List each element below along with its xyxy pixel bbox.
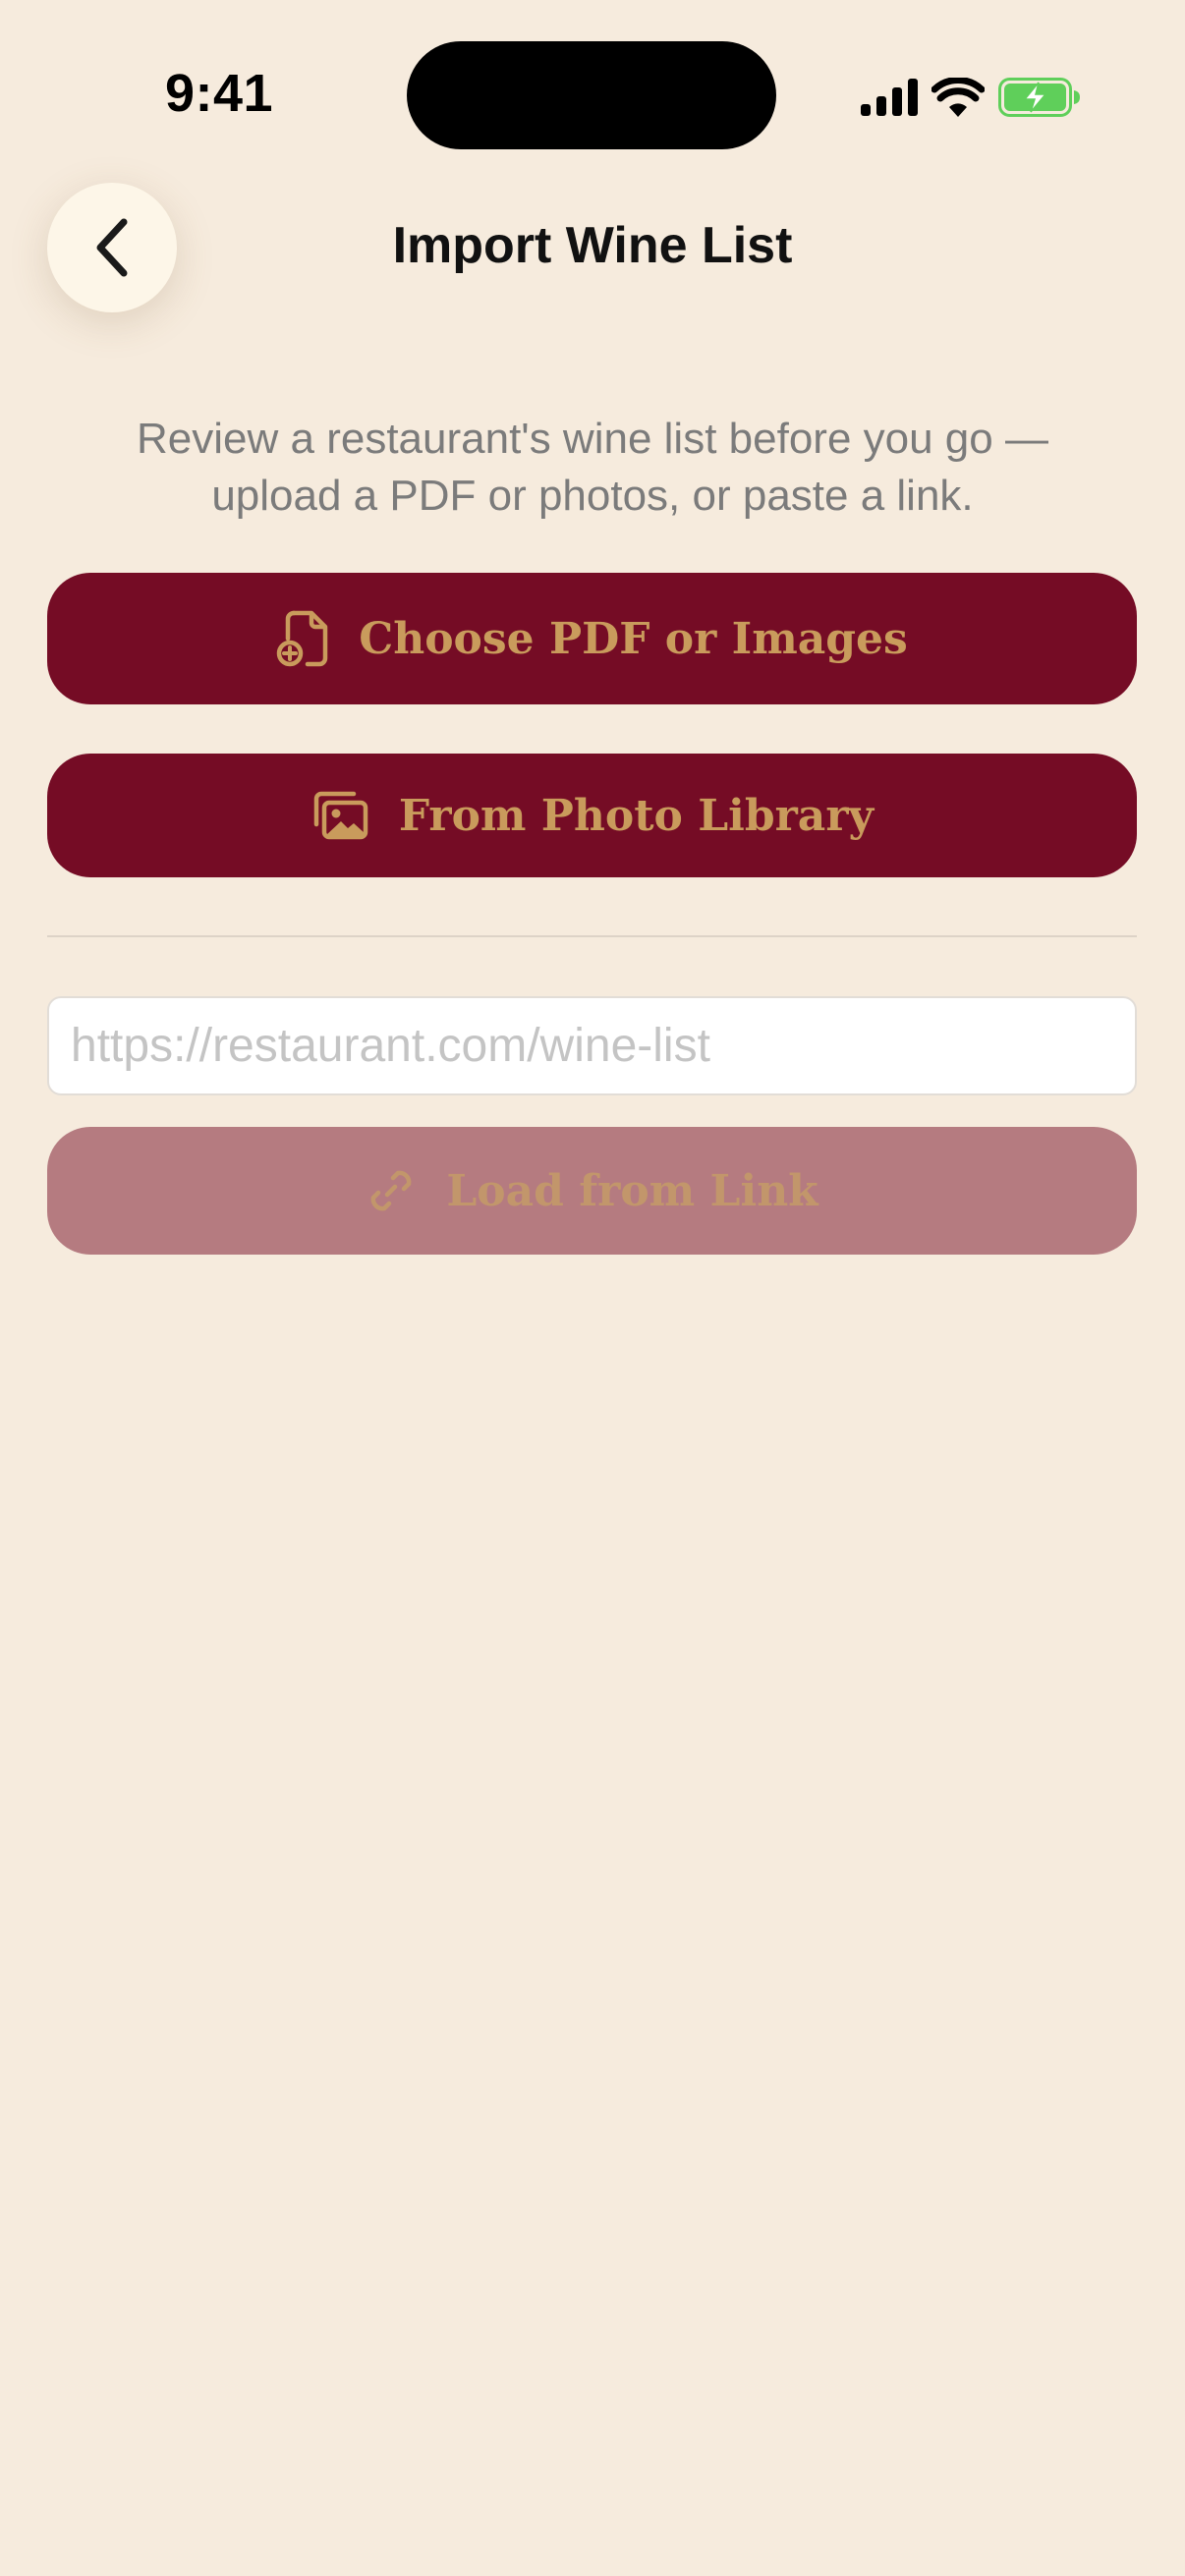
document-add-icon xyxy=(276,610,328,667)
wifi-icon xyxy=(931,78,985,117)
status-bar: 9:41 xyxy=(0,0,1185,187)
page-title: Import Wine List xyxy=(392,217,793,274)
load-from-link-label: Load from Link xyxy=(446,1165,818,1216)
cellular-signal-icon xyxy=(861,79,918,116)
load-from-link-button[interactable]: Load from Link xyxy=(47,1127,1137,1255)
choose-pdf-or-images-button[interactable]: Choose PDF or Images xyxy=(47,573,1137,704)
description-text: Review a restaurant's wine list before y… xyxy=(137,415,1048,520)
dynamic-island xyxy=(407,41,776,149)
from-photo-library-label: From Photo Library xyxy=(398,790,875,841)
battery-charging-icon xyxy=(998,78,1080,117)
wine-list-url-input[interactable] xyxy=(47,996,1137,1095)
from-photo-library-button[interactable]: From Photo Library xyxy=(47,754,1137,877)
photo-library-icon xyxy=(313,791,368,840)
status-icons xyxy=(861,73,1081,122)
choose-pdf-or-images-label: Choose PDF or Images xyxy=(359,613,908,664)
link-icon xyxy=(370,1170,412,1211)
import-wine-list-screen: 9:41 Import Wine List Review a restauran… xyxy=(0,0,1185,2576)
section-divider xyxy=(47,935,1137,937)
status-time: 9:41 xyxy=(165,64,274,123)
